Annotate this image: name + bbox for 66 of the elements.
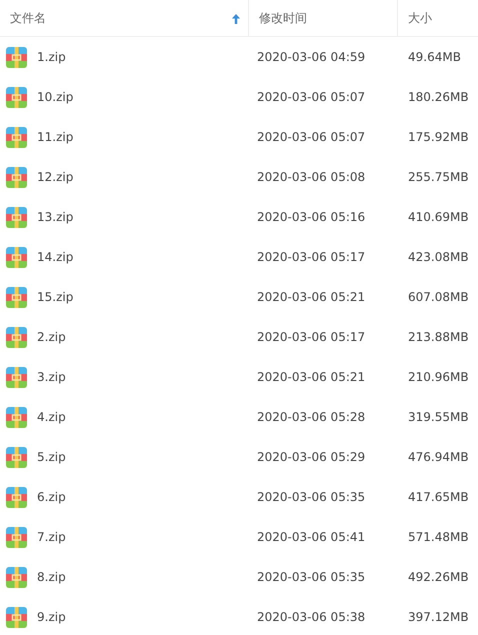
file-size: 571.48MB bbox=[408, 530, 469, 544]
file-name[interactable]: 2.zip bbox=[37, 330, 66, 344]
archive-icon bbox=[6, 286, 27, 308]
archive-icon bbox=[6, 526, 27, 548]
column-header[interactable]: 文件名 bbox=[0, 0, 249, 36]
modified-time: 2020-03-06 05:41 bbox=[257, 530, 366, 544]
modified-time: 2020-03-06 05:07 bbox=[257, 90, 366, 104]
file-name[interactable]: 9.zip bbox=[37, 610, 66, 624]
modified-time: 2020-03-06 05:21 bbox=[257, 370, 366, 384]
modified-time: 2020-03-06 05:29 bbox=[257, 450, 366, 464]
modified-time: 2020-03-06 04:59 bbox=[257, 50, 366, 64]
file-size: 607.08MB bbox=[408, 290, 469, 304]
file-size: 410.69MB bbox=[408, 210, 469, 224]
archive-icon bbox=[6, 206, 27, 228]
modified-time: 2020-03-06 05:38 bbox=[257, 610, 366, 624]
archive-icon bbox=[6, 406, 27, 428]
file-name[interactable]: 4.zip bbox=[37, 410, 66, 424]
file-name[interactable]: 13.zip bbox=[37, 210, 74, 224]
file-name[interactable]: 8.zip bbox=[37, 570, 66, 584]
archive-icon bbox=[6, 446, 27, 468]
file-name[interactable]: 15.zip bbox=[37, 290, 74, 304]
file-size: 180.26MB bbox=[408, 90, 469, 104]
file-name[interactable]: 5.zip bbox=[37, 450, 66, 464]
file-name[interactable]: 12.zip bbox=[37, 170, 74, 184]
modified-time: 2020-03-06 05:21 bbox=[257, 290, 366, 304]
modified-time: 2020-03-06 05:35 bbox=[257, 570, 366, 584]
file-size: 319.55MB bbox=[408, 410, 469, 424]
file-name[interactable]: 7.zip bbox=[37, 530, 66, 544]
column-header[interactable]: 大小 bbox=[398, 0, 478, 36]
file-size: 49.64MB bbox=[408, 50, 461, 64]
file-name[interactable]: 6.zip bbox=[37, 490, 66, 504]
archive-icon bbox=[6, 566, 27, 588]
column-title: 大小 bbox=[408, 10, 432, 26]
file-size: 213.88MB bbox=[408, 330, 469, 344]
file-size: 476.94MB bbox=[408, 450, 469, 464]
modified-time: 2020-03-06 05:16 bbox=[257, 210, 366, 224]
column-title: 修改时间 bbox=[259, 10, 307, 26]
archive-icon bbox=[6, 126, 27, 148]
file-name[interactable]: 11.zip bbox=[37, 130, 74, 144]
column-title: 文件名 bbox=[10, 10, 46, 26]
file-size: 417.65MB bbox=[408, 490, 469, 504]
archive-icon bbox=[6, 366, 27, 388]
modified-time: 2020-03-06 05:35 bbox=[257, 490, 366, 504]
modified-time: 2020-03-06 05:07 bbox=[257, 130, 366, 144]
file-name[interactable]: 14.zip bbox=[37, 250, 74, 264]
archive-icon bbox=[6, 486, 27, 508]
modified-time: 2020-03-06 05:08 bbox=[257, 170, 366, 184]
file-name[interactable]: 3.zip bbox=[37, 370, 66, 384]
file-name[interactable]: 1.zip bbox=[37, 50, 66, 64]
archive-icon bbox=[6, 606, 27, 628]
modified-time: 2020-03-06 05:28 bbox=[257, 410, 366, 424]
file-size: 255.75MB bbox=[408, 170, 469, 184]
file-size: 492.26MB bbox=[408, 570, 469, 584]
archive-icon bbox=[6, 46, 27, 68]
file-name[interactable]: 10.zip bbox=[37, 90, 74, 104]
modified-time: 2020-03-06 05:17 bbox=[257, 330, 366, 344]
column-header[interactable]: 修改时间 bbox=[249, 0, 398, 36]
modified-time: 2020-03-06 05:17 bbox=[257, 250, 366, 264]
file-size: 423.08MB bbox=[408, 250, 469, 264]
archive-icon bbox=[6, 86, 27, 108]
file-size: 210.96MB bbox=[408, 370, 469, 384]
file-size: 397.12MB bbox=[408, 610, 469, 624]
archive-icon bbox=[6, 246, 27, 268]
archive-icon bbox=[6, 166, 27, 188]
file-size: 175.92MB bbox=[408, 130, 469, 144]
archive-icon bbox=[6, 326, 27, 348]
